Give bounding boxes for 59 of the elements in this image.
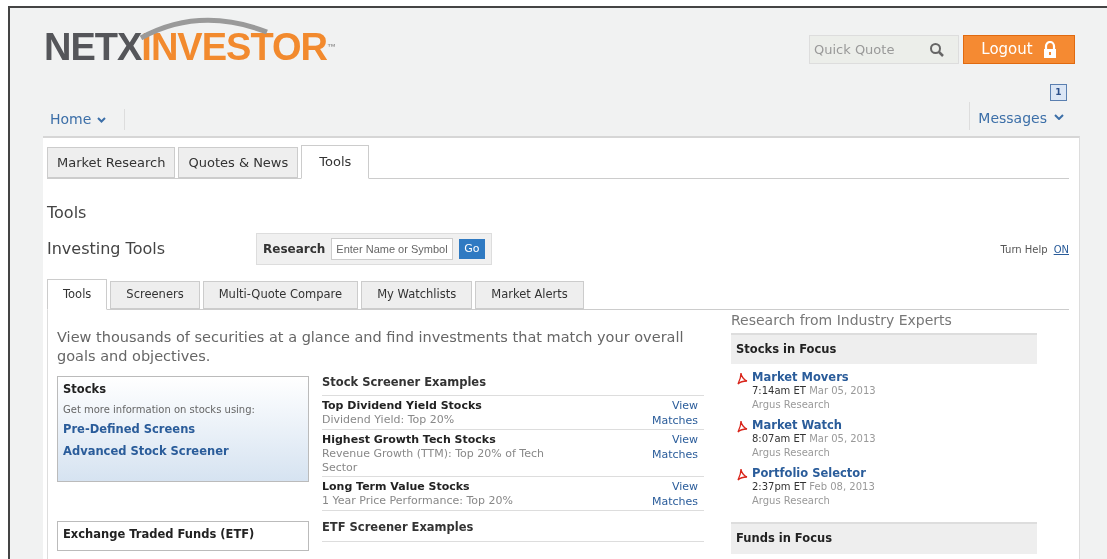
pdf-document-icon <box>736 372 748 386</box>
example-criteria: 1 Year Price Performance: Top 20% <box>322 494 515 509</box>
category-title: Stocks <box>63 381 107 398</box>
tab[interactable]: Screeners <box>110 281 200 309</box>
tab[interactable]: Multi-Quote Compare <box>202 281 359 309</box>
example-name: Long Term Value Stocks <box>322 479 471 495</box>
tab[interactable]: Tools <box>301 145 370 179</box>
pdf-document-icon <box>736 468 748 482</box>
example-criteria: Revenue Growth (TTM): Top 20% of Tech Sector <box>322 447 545 476</box>
report-link[interactable]: Portfolio Selector <box>752 466 875 481</box>
lock-icon <box>1042 41 1057 58</box>
messages-menu[interactable]: Messages <box>978 108 1069 129</box>
quick-quote-field[interactable]: Quick Quote <box>809 35 959 64</box>
pdf-document-icon <box>736 420 748 434</box>
intro-text: View thousands of securities at a glance and find investments that match your overall goals and objectives. <box>57 328 685 366</box>
tab[interactable]: Tools <box>47 279 108 310</box>
example-name: Highest Growth Tech Stocks <box>322 432 497 448</box>
example-criteria: Dividend Yield: Top 20% <box>322 413 456 428</box>
report-date: Feb 08, 2013 <box>809 481 875 493</box>
section-heading: Stocks in Focus <box>731 333 1037 365</box>
go-button[interactable]: Go <box>459 239 485 259</box>
help-label: Turn Help <box>1000 242 1048 257</box>
search-icon <box>929 42 945 58</box>
page-title: Tools <box>47 202 88 224</box>
symbol-input-field[interactable]: Enter Name or Symbol <box>331 238 454 260</box>
example-name: Top Dividend Yield Stocks <box>322 398 483 414</box>
tab[interactable]: Market Alerts <box>475 281 584 309</box>
tab[interactable]: Quotes & News <box>178 147 299 178</box>
view-matches-link[interactable]: View Matches <box>644 398 704 429</box>
report-time: 2:37pm ET <box>752 481 807 493</box>
section-title: Investing Tools <box>47 238 167 260</box>
logo: NETXINVESTOR™ <box>44 14 335 66</box>
examples-heading: ETF Screener Examples <box>322 519 704 542</box>
chevron-down-icon <box>1054 114 1064 120</box>
message-count-badge: 1 <box>1050 84 1067 101</box>
experts-title: Research from Industry Experts <box>731 311 953 330</box>
report-time: 7:14am ET <box>752 385 806 397</box>
report-source: Argus Research <box>752 446 831 461</box>
examples-heading: Stock Screener Examples <box>322 374 704 397</box>
category-link[interactable]: Advanced Stock Screener <box>63 442 303 460</box>
report-time: 8:07am ET <box>752 433 806 445</box>
section-heading: Funds in Focus <box>731 522 1037 554</box>
view-matches-link[interactable]: View Matches <box>644 479 704 510</box>
category-subtitle: Get more information on stocks using: <box>63 403 256 418</box>
report-date: Mar 05, 2013 <box>809 385 876 397</box>
help-toggle-link[interactable]: ON <box>1053 241 1069 257</box>
category-title: Exchange Traded Funds (ETF) <box>63 526 256 544</box>
view-matches-link[interactable]: View Matches <box>644 432 704 476</box>
chevron-down-icon <box>97 116 107 123</box>
report-source: Argus Research <box>752 494 831 509</box>
report-link[interactable]: Market Movers <box>752 370 876 385</box>
report-link[interactable]: Market Watch <box>752 418 876 433</box>
report-source: Argus Research <box>752 398 831 413</box>
research-label: Research <box>263 241 326 258</box>
category-link[interactable]: Pre-Defined Screens <box>63 421 303 439</box>
report-date: Mar 05, 2013 <box>809 433 876 445</box>
home-menu[interactable]: Home <box>50 109 126 130</box>
tab[interactable]: Market Research <box>47 147 176 178</box>
tab[interactable]: My Watchlists <box>361 281 473 309</box>
